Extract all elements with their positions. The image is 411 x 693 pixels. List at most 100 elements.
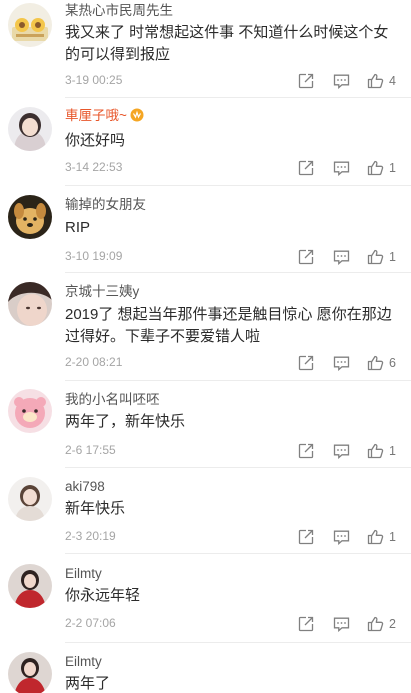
- divider: [65, 380, 411, 381]
- comment-meta: 2-3 20:19 1: [65, 527, 411, 547]
- like-count: 1: [389, 161, 396, 175]
- like-button[interactable]: 1: [367, 527, 396, 547]
- share-icon: [298, 529, 314, 545]
- divider: [65, 642, 411, 643]
- username[interactable]: Eilmty: [65, 654, 102, 670]
- avatar[interactable]: [8, 107, 52, 151]
- red-dress-avatar-icon: [8, 564, 52, 608]
- like-button[interactable]: 1: [367, 247, 396, 267]
- reply-button[interactable]: [333, 527, 350, 547]
- thumbs-up-icon: [367, 443, 384, 459]
- comment-meta: 2-6 17:55 1: [65, 441, 411, 461]
- cartoon-avatar-icon: [8, 3, 52, 47]
- comment-meta: 2-2 07:06 2: [65, 614, 411, 634]
- share-button[interactable]: [298, 71, 314, 91]
- comment-text: 你永远年轻: [65, 587, 141, 604]
- girl-closeup-avatar-icon: [8, 282, 52, 326]
- like-count: 6: [389, 356, 396, 370]
- comment-item: 某热心市民周先生 我又来了 时常想起这件事 不知道什么时候这个女的可以得到报应 …: [0, 0, 411, 98]
- comment-text: RIP: [65, 219, 91, 236]
- reply-icon: [333, 530, 350, 545]
- share-button[interactable]: [298, 614, 314, 634]
- like-count: 1: [389, 530, 396, 544]
- avatar[interactable]: [8, 3, 52, 47]
- comment-item: 输掉的女朋友 RIP 3-10 19:09 1: [0, 187, 411, 273]
- username[interactable]: 某热心市民周先生: [65, 3, 173, 19]
- share-button[interactable]: [298, 247, 314, 267]
- comment-meta: 3-14 22:53 1: [65, 158, 411, 178]
- reply-button[interactable]: [333, 614, 350, 634]
- username[interactable]: 我的小名叫呸呸: [65, 392, 160, 408]
- share-button[interactable]: [298, 353, 314, 373]
- share-icon: [298, 616, 314, 632]
- divider: [65, 272, 411, 273]
- comment-time: 3-10 19:09: [65, 249, 123, 263]
- share-icon: [298, 73, 314, 89]
- comment-text: 我又来了 时常想起这件事 不知道什么时候这个女的可以得到报应: [65, 24, 389, 63]
- username[interactable]: aki798: [65, 479, 105, 495]
- username[interactable]: 車厘子哦~: [65, 108, 144, 124]
- share-icon: [298, 249, 314, 265]
- comment-item: Eilmty 你永远年轻 2-2 07:06 2: [0, 556, 411, 643]
- reply-icon: [333, 250, 350, 265]
- username[interactable]: Eilmty: [65, 566, 102, 582]
- share-icon: [298, 160, 314, 176]
- comment-text: 你还好吗: [65, 132, 126, 149]
- reply-icon: [333, 617, 350, 632]
- like-button[interactable]: 6: [367, 353, 396, 373]
- like-count: 1: [389, 250, 396, 264]
- share-button[interactable]: [298, 441, 314, 461]
- comment-text: 新年快乐: [65, 500, 126, 517]
- avatar[interactable]: [8, 477, 52, 521]
- comment-item: 京城十三姨y 2019了 想起当年那件事还是触目惊心 愿你在那边过得好。下辈子不…: [0, 274, 411, 384]
- comment-text: 两年了，新年快乐: [65, 413, 186, 430]
- share-button[interactable]: [298, 158, 314, 178]
- vip-badge-icon: [130, 108, 144, 122]
- comment-time: 2-2 07:06: [65, 616, 116, 630]
- reply-button[interactable]: [333, 441, 350, 461]
- avatar[interactable]: [8, 195, 52, 239]
- divider: [65, 97, 411, 98]
- username-text: 車厘子哦~: [65, 108, 127, 123]
- share-icon: [298, 355, 314, 371]
- reply-button[interactable]: [333, 158, 350, 178]
- comment-meta: 3-10 19:09 1: [65, 247, 411, 267]
- comment-item: 車厘子哦~ 你还好吗 3-14 22:53 1: [0, 100, 411, 186]
- pink-toy-avatar-icon: [8, 389, 52, 433]
- reply-icon: [333, 161, 350, 176]
- username[interactable]: 京城十三姨y: [65, 284, 139, 300]
- reply-icon: [333, 74, 350, 89]
- like-button[interactable]: 1: [367, 158, 396, 178]
- comment-feed: 某热心市民周先生 我又来了 时常想起这件事 不知道什么时候这个女的可以得到报应 …: [0, 0, 411, 693]
- avatar[interactable]: [8, 564, 52, 608]
- like-button[interactable]: 1: [367, 441, 396, 461]
- comment-item: aki798 新年快乐 2-3 20:19 1: [0, 469, 411, 554]
- thumbs-up-icon: [367, 355, 384, 371]
- avatar[interactable]: [8, 389, 52, 433]
- reply-icon: [333, 444, 350, 459]
- comment-meta: 3-19 00:25 4: [65, 71, 411, 91]
- like-count: 2: [389, 617, 396, 631]
- reply-button[interactable]: [333, 353, 350, 373]
- avatar[interactable]: [8, 652, 52, 693]
- girl-light-avatar-icon: [8, 107, 52, 151]
- share-button[interactable]: [298, 527, 314, 547]
- like-button[interactable]: 4: [367, 71, 396, 91]
- divider: [65, 553, 411, 554]
- like-count: 4: [389, 74, 396, 88]
- username[interactable]: 输掉的女朋友: [65, 197, 146, 213]
- divider: [65, 467, 411, 468]
- reply-button[interactable]: [333, 71, 350, 91]
- comment-text: 两年了: [65, 675, 111, 692]
- comment-item: Eilmty 两年了: [0, 644, 411, 693]
- thumbs-up-icon: [367, 73, 384, 89]
- divider: [65, 185, 411, 186]
- reply-button[interactable]: [333, 247, 350, 267]
- comment-time: 2-3 20:19: [65, 529, 116, 543]
- thumbs-up-icon: [367, 160, 384, 176]
- comment-time: 2-20 08:21: [65, 355, 123, 369]
- like-button[interactable]: 2: [367, 614, 396, 634]
- comment-time: 3-14 22:53: [65, 160, 123, 174]
- avatar[interactable]: [8, 282, 52, 326]
- thumbs-up-icon: [367, 616, 384, 632]
